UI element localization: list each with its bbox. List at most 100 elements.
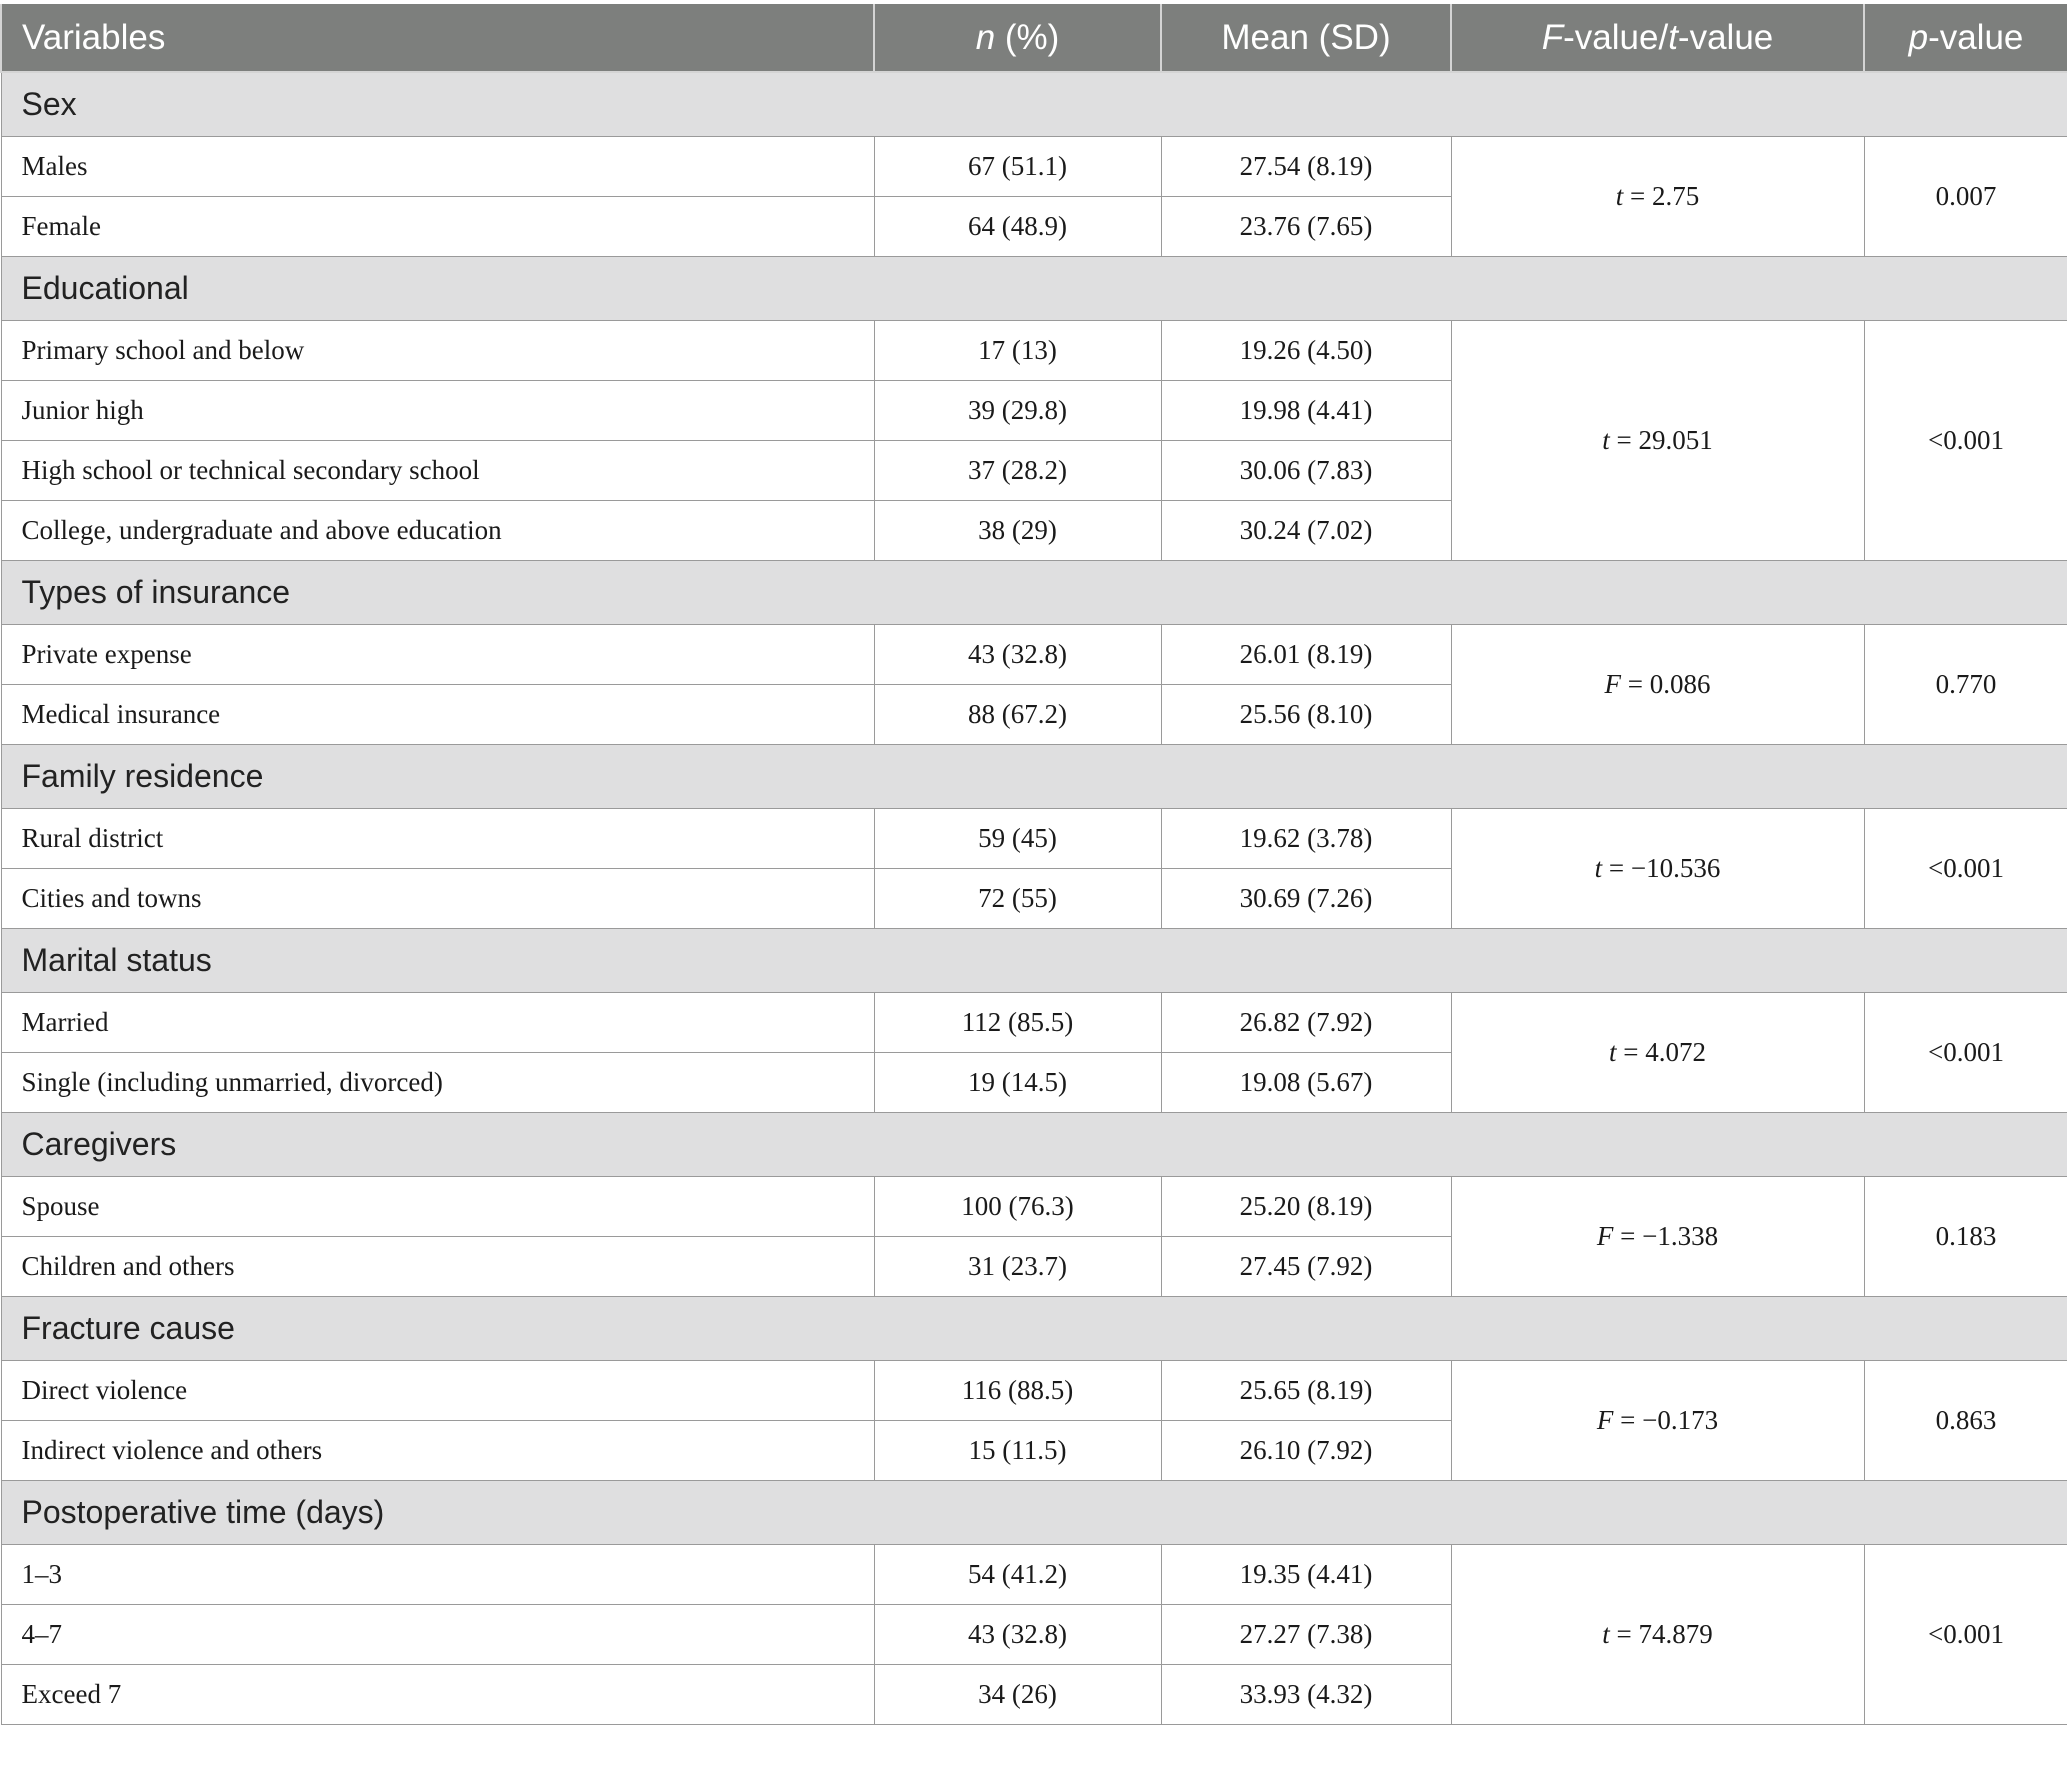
statistic-value: = −0.173	[1613, 1405, 1719, 1435]
row-mean-sd: 19.98 (4.41)	[1160, 380, 1452, 441]
row-label: Private expense	[0, 624, 875, 685]
group-p-value: <0.001	[1863, 808, 2067, 929]
row-mean-sd: 27.27 (7.38)	[1160, 1604, 1452, 1665]
row-n-percent: 38 (29)	[873, 500, 1162, 561]
row-label: 4–7	[0, 1604, 875, 1665]
row-n-percent: 72 (55)	[873, 868, 1162, 929]
group-statistic: t = 2.75	[1450, 136, 1865, 257]
row-n-percent: 88 (67.2)	[873, 684, 1162, 745]
header-f-t-value: F-value/t-value	[1450, 4, 1865, 73]
row-label: Medical insurance	[0, 684, 875, 745]
row-label: Single (including unmarried, divorced)	[0, 1052, 875, 1113]
group-header-row: Sex	[0, 71, 2067, 137]
row-n-percent: 64 (48.9)	[873, 196, 1162, 257]
row-mean-sd: 30.06 (7.83)	[1160, 440, 1452, 501]
row-mean-sd: 26.82 (7.92)	[1160, 992, 1452, 1053]
row-n-percent: 67 (51.1)	[873, 136, 1162, 197]
header-mean-sd: Mean (SD)	[1160, 4, 1452, 73]
group-p-value: <0.001	[1863, 1544, 2067, 1725]
row-label: Cities and towns	[0, 868, 875, 929]
row-label: College, undergraduate and above educati…	[0, 500, 875, 561]
group-p-value: 0.863	[1863, 1360, 2067, 1481]
statistic-symbol: t	[1609, 1037, 1617, 1067]
row-label: Rural district	[0, 808, 875, 869]
group-title: Family residence	[0, 744, 2067, 809]
group-statistic: t = 74.879	[1450, 1544, 1865, 1725]
statistic-symbol: t	[1602, 425, 1610, 455]
row-label: Males	[0, 136, 875, 197]
group-header-row: Marital status	[0, 928, 2067, 993]
group-p-value: 0.183	[1863, 1176, 2067, 1297]
group-p-value: 0.770	[1863, 624, 2067, 745]
header-f-italic: F	[1541, 17, 1564, 57]
group-p-value: 0.007	[1863, 136, 2067, 257]
row-label: Exceed 7	[0, 1664, 875, 1725]
statistic-value: = 29.051	[1609, 425, 1713, 455]
row-mean-sd: 26.01 (8.19)	[1160, 624, 1452, 685]
group-title: Marital status	[0, 928, 2067, 993]
header-p-italic: p	[1908, 17, 1929, 57]
header-n-rest: (%)	[995, 17, 1060, 57]
table-row: Married 112 (85.5) 26.82 (7.92) t = 4.072 <0…	[0, 992, 2067, 1113]
statistic-value: = −10.536	[1602, 853, 1721, 883]
group-header-row: Fracture cause	[0, 1296, 2067, 1361]
row-mean-sd: 27.54 (8.19)	[1160, 136, 1452, 197]
row-label: Junior high	[0, 380, 875, 441]
group-statistic: F = 0.086	[1450, 624, 1865, 745]
table-row: 1–3 54 (41.2) 19.35 (4.41) t = 74.879 <0.001	[0, 1544, 2067, 1725]
row-mean-sd: 25.65 (8.19)	[1160, 1360, 1452, 1421]
table-header: Variables n (%) Mean (SD) F-value/t-valu…	[0, 4, 2067, 73]
statistic-symbol: t	[1594, 853, 1603, 883]
row-n-percent: 17 (13)	[873, 320, 1162, 381]
header-n-italic: n	[975, 17, 996, 57]
header-variables: Variables	[0, 4, 875, 73]
group-title: Educational	[0, 256, 2067, 321]
group-p-value: <0.001	[1863, 992, 2067, 1113]
row-n-percent: 43 (32.8)	[873, 1604, 1162, 1665]
group-header-row: Caregivers	[0, 1112, 2067, 1177]
statistic-value: = 0.086	[1621, 669, 1711, 699]
row-label: 1–3	[0, 1544, 875, 1605]
group-statistic: F = −0.173	[1450, 1360, 1865, 1481]
group-header-row: Family residence	[0, 744, 2067, 809]
row-mean-sd: 27.45 (7.92)	[1160, 1236, 1452, 1297]
row-n-percent: 19 (14.5)	[873, 1052, 1162, 1113]
header-row: Variables n (%) Mean (SD) F-value/t-valu…	[0, 4, 2067, 73]
group-statistic: F = −1.338	[1450, 1176, 1865, 1297]
row-n-percent: 34 (26)	[873, 1664, 1162, 1725]
statistic-symbol: F	[1596, 1405, 1614, 1435]
table-row: Spouse 100 (76.3) 25.20 (8.19) F = −1.338 0.…	[0, 1176, 2067, 1297]
header-n-percent: n (%)	[873, 4, 1162, 73]
statistic-symbol: F	[1604, 669, 1622, 699]
group-title: Postoperative time (days)	[0, 1480, 2067, 1545]
row-n-percent: 43 (32.8)	[873, 624, 1162, 685]
row-n-percent: 37 (28.2)	[873, 440, 1162, 501]
row-n-percent: 116 (88.5)	[873, 1360, 1162, 1421]
group-header-row: Types of insurance	[0, 560, 2067, 625]
group-p-value: <0.001	[1863, 320, 2067, 561]
row-n-percent: 100 (76.3)	[873, 1176, 1162, 1237]
row-mean-sd: 19.35 (4.41)	[1160, 1544, 1452, 1605]
header-p-rest: -value	[1928, 17, 2024, 57]
row-n-percent: 15 (11.5)	[873, 1420, 1162, 1481]
group-title: Types of insurance	[0, 560, 2067, 625]
statistic-value: = −1.338	[1613, 1221, 1719, 1251]
group-title: Sex	[0, 71, 2067, 137]
row-label: Female	[0, 196, 875, 257]
group-title: Caregivers	[0, 1112, 2067, 1177]
header-t-italic: t	[1668, 17, 1678, 57]
group-title: Fracture cause	[0, 1296, 2067, 1361]
row-n-percent: 54 (41.2)	[873, 1544, 1162, 1605]
row-n-percent: 112 (85.5)	[873, 992, 1162, 1053]
table-row: Direct violence 116 (88.5) 25.65 (8.19) F =…	[0, 1360, 2067, 1481]
row-label: Married	[0, 992, 875, 1053]
row-label: High school or technical secondary schoo…	[0, 440, 875, 501]
statistic-symbol: t	[1602, 1619, 1610, 1649]
row-n-percent: 31 (23.7)	[873, 1236, 1162, 1297]
row-mean-sd: 33.93 (4.32)	[1160, 1664, 1452, 1725]
group-header-row: Postoperative time (days)	[0, 1480, 2067, 1545]
header-f-mid: -value/	[1563, 17, 1669, 57]
row-mean-sd: 30.24 (7.02)	[1160, 500, 1452, 561]
row-label: Spouse	[0, 1176, 875, 1237]
row-label: Indirect violence and others	[0, 1420, 875, 1481]
